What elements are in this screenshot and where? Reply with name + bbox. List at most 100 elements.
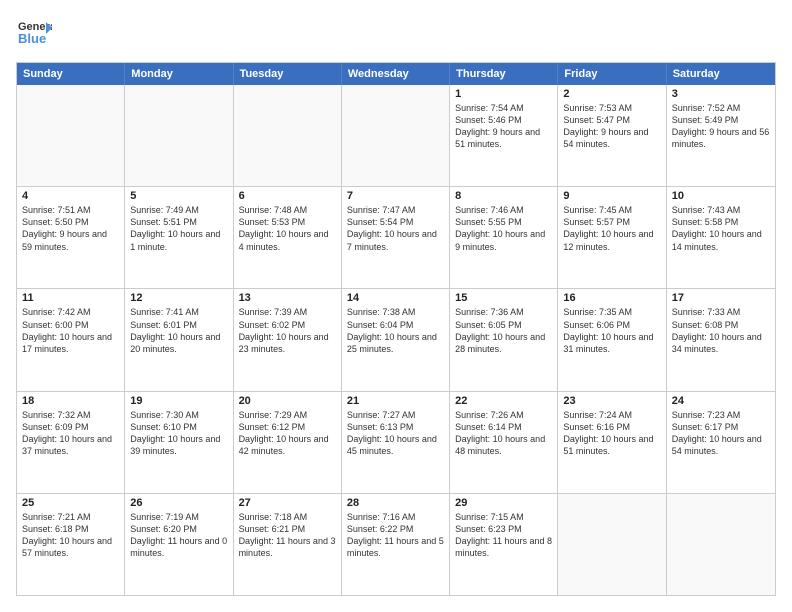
day-cell-18: 18Sunrise: 7:32 AM Sunset: 6:09 PM Dayli…: [17, 392, 125, 493]
day-cell-9: 9 Sunrise: 7:45 AM Sunset: 5:57 PM Daylig…: [558, 187, 666, 288]
day-number: 8: [455, 190, 552, 202]
day-info: Sunrise: 7:16 AM Sunset: 6:22 PM Dayligh…: [347, 511, 444, 560]
day-info: Sunrise: 7:42 AM Sunset: 6:00 PM Dayligh…: [22, 306, 119, 355]
day-number: 27: [239, 497, 336, 509]
day-info: Sunrise: 7:33 AM Sunset: 6:08 PM Dayligh…: [672, 306, 770, 355]
day-cell-13: 13Sunrise: 7:39 AM Sunset: 6:02 PM Dayli…: [234, 289, 342, 390]
day-cell-29: 29 Sunrise: 7:15 AM Sunset: 6:23 PM Dayli…: [450, 494, 558, 595]
day-cell-15: 15Sunrise: 7:36 AM Sunset: 6:05 PM Dayli…: [450, 289, 558, 390]
day-cell-20: 20Sunrise: 7:29 AM Sunset: 6:12 PM Dayli…: [234, 392, 342, 493]
page: General Blue SundayMondayTuesdayWednesda…: [0, 0, 792, 612]
day-header-monday: Monday: [125, 63, 233, 85]
day-info: Sunrise: 7:19 AM Sunset: 6:20 PM Dayligh…: [130, 511, 227, 560]
day-cell-8: 8 Sunrise: 7:46 AM Sunset: 5:55 PM Daylig…: [450, 187, 558, 288]
day-cell-1: 1 Sunrise: 7:54 AM Sunset: 5:46 PM Daylig…: [450, 85, 558, 186]
day-number: 12: [130, 292, 227, 304]
header: General Blue: [16, 16, 776, 52]
day-number: 21: [347, 395, 444, 407]
day-cell-27: 27 Sunrise: 7:18 AM Sunset: 6:21 PM Dayli…: [234, 494, 342, 595]
day-info: Sunrise: 7:43 AM Sunset: 5:58 PM Dayligh…: [672, 204, 770, 253]
day-header-sunday: Sunday: [17, 63, 125, 85]
day-header-saturday: Saturday: [667, 63, 775, 85]
day-cell-24: 24 Sunrise: 7:23 AM Sunset: 6:17 PM Dayli…: [667, 392, 775, 493]
day-info: Sunrise: 7:52 AM Sunset: 5:49 PM Dayligh…: [672, 102, 770, 151]
day-info: Sunrise: 7:51 AM Sunset: 5:50 PM Dayligh…: [22, 204, 119, 253]
day-info: Sunrise: 7:26 AM Sunset: 6:14 PM Dayligh…: [455, 409, 552, 458]
day-number: 19: [130, 395, 227, 407]
day-cell-19: 19 Sunrise: 7:30 AM Sunset: 6:10 PM Dayli…: [125, 392, 233, 493]
day-number: 6: [239, 190, 336, 202]
day-cell-7: 7 Sunrise: 7:47 AM Sunset: 5:54 PM Daylig…: [342, 187, 450, 288]
empty-cell: [234, 85, 342, 186]
day-info: Sunrise: 7:53 AM Sunset: 5:47 PM Dayligh…: [563, 102, 660, 151]
day-info: Sunrise: 7:23 AM Sunset: 6:17 PM Dayligh…: [672, 409, 770, 458]
svg-text:Blue: Blue: [18, 31, 46, 46]
logo-svg: General Blue: [16, 16, 52, 52]
day-cell-23: 23 Sunrise: 7:24 AM Sunset: 6:16 PM Dayli…: [558, 392, 666, 493]
day-info: Sunrise: 7:47 AM Sunset: 5:54 PM Dayligh…: [347, 204, 444, 253]
day-number: 1: [455, 88, 552, 100]
day-info: Sunrise: 7:24 AM Sunset: 6:16 PM Dayligh…: [563, 409, 660, 458]
day-number: 13: [239, 292, 336, 304]
day-number: 29: [455, 497, 552, 509]
day-cell-10: 10 Sunrise: 7:43 AM Sunset: 5:58 PM Dayli…: [667, 187, 775, 288]
day-cell-5: 5 Sunrise: 7:49 AM Sunset: 5:51 PM Daylig…: [125, 187, 233, 288]
day-info: Sunrise: 7:18 AM Sunset: 6:21 PM Dayligh…: [239, 511, 336, 560]
empty-cell: [558, 494, 666, 595]
day-info: Sunrise: 7:45 AM Sunset: 5:57 PM Dayligh…: [563, 204, 660, 253]
day-number: 3: [672, 88, 770, 100]
logo: General Blue: [16, 16, 52, 52]
day-cell-12: 12 Sunrise: 7:41 AM Sunset: 6:01 PM Dayli…: [125, 289, 233, 390]
day-header-tuesday: Tuesday: [234, 63, 342, 85]
day-info: Sunrise: 7:48 AM Sunset: 5:53 PM Dayligh…: [239, 204, 336, 253]
empty-cell: [342, 85, 450, 186]
calendar-header: SundayMondayTuesdayWednesdayThursdayFrid…: [17, 63, 775, 85]
day-number: 14: [347, 292, 444, 304]
day-cell-28: 28 Sunrise: 7:16 AM Sunset: 6:22 PM Dayli…: [342, 494, 450, 595]
day-cell-6: 6 Sunrise: 7:48 AM Sunset: 5:53 PM Daylig…: [234, 187, 342, 288]
day-info: Sunrise: 7:35 AM Sunset: 6:06 PM Dayligh…: [563, 306, 660, 355]
calendar-week-3: 11Sunrise: 7:42 AM Sunset: 6:00 PM Dayli…: [17, 289, 775, 391]
day-header-friday: Friday: [558, 63, 666, 85]
day-number: 24: [672, 395, 770, 407]
day-info: Sunrise: 7:27 AM Sunset: 6:13 PM Dayligh…: [347, 409, 444, 458]
day-info: Sunrise: 7:30 AM Sunset: 6:10 PM Dayligh…: [130, 409, 227, 458]
day-cell-26: 26Sunrise: 7:19 AM Sunset: 6:20 PM Dayli…: [125, 494, 233, 595]
day-number: 2: [563, 88, 660, 100]
day-cell-21: 21 Sunrise: 7:27 AM Sunset: 6:13 PM Dayli…: [342, 392, 450, 493]
day-number: 9: [563, 190, 660, 202]
day-number: 25: [22, 497, 119, 509]
day-info: Sunrise: 7:21 AM Sunset: 6:18 PM Dayligh…: [22, 511, 119, 560]
calendar: SundayMondayTuesdayWednesdayThursdayFrid…: [16, 62, 776, 596]
day-cell-25: 25 Sunrise: 7:21 AM Sunset: 6:18 PM Dayli…: [17, 494, 125, 595]
day-info: Sunrise: 7:41 AM Sunset: 6:01 PM Dayligh…: [130, 306, 227, 355]
day-info: Sunrise: 7:36 AM Sunset: 6:05 PM Dayligh…: [455, 306, 552, 355]
day-info: Sunrise: 7:54 AM Sunset: 5:46 PM Dayligh…: [455, 102, 552, 151]
day-header-thursday: Thursday: [450, 63, 558, 85]
day-number: 17: [672, 292, 770, 304]
day-cell-22: 22Sunrise: 7:26 AM Sunset: 6:14 PM Dayli…: [450, 392, 558, 493]
empty-cell: [17, 85, 125, 186]
calendar-body: 1 Sunrise: 7:54 AM Sunset: 5:46 PM Daylig…: [17, 85, 775, 595]
day-number: 5: [130, 190, 227, 202]
day-info: Sunrise: 7:46 AM Sunset: 5:55 PM Dayligh…: [455, 204, 552, 253]
day-info: Sunrise: 7:15 AM Sunset: 6:23 PM Dayligh…: [455, 511, 552, 560]
day-info: Sunrise: 7:49 AM Sunset: 5:51 PM Dayligh…: [130, 204, 227, 253]
day-number: 28: [347, 497, 444, 509]
day-number: 4: [22, 190, 119, 202]
day-info: Sunrise: 7:38 AM Sunset: 6:04 PM Dayligh…: [347, 306, 444, 355]
calendar-week-4: 18Sunrise: 7:32 AM Sunset: 6:09 PM Dayli…: [17, 392, 775, 494]
day-cell-2: 2 Sunrise: 7:53 AM Sunset: 5:47 PM Daylig…: [558, 85, 666, 186]
day-cell-17: 17 Sunrise: 7:33 AM Sunset: 6:08 PM Dayli…: [667, 289, 775, 390]
calendar-week-2: 4 Sunrise: 7:51 AM Sunset: 5:50 PM Daylig…: [17, 187, 775, 289]
day-number: 23: [563, 395, 660, 407]
day-number: 10: [672, 190, 770, 202]
day-cell-4: 4 Sunrise: 7:51 AM Sunset: 5:50 PM Daylig…: [17, 187, 125, 288]
calendar-week-5: 25 Sunrise: 7:21 AM Sunset: 6:18 PM Dayli…: [17, 494, 775, 595]
calendar-week-1: 1 Sunrise: 7:54 AM Sunset: 5:46 PM Daylig…: [17, 85, 775, 187]
empty-cell: [667, 494, 775, 595]
day-number: 16: [563, 292, 660, 304]
day-number: 7: [347, 190, 444, 202]
day-info: Sunrise: 7:32 AM Sunset: 6:09 PM Dayligh…: [22, 409, 119, 458]
day-header-wednesday: Wednesday: [342, 63, 450, 85]
